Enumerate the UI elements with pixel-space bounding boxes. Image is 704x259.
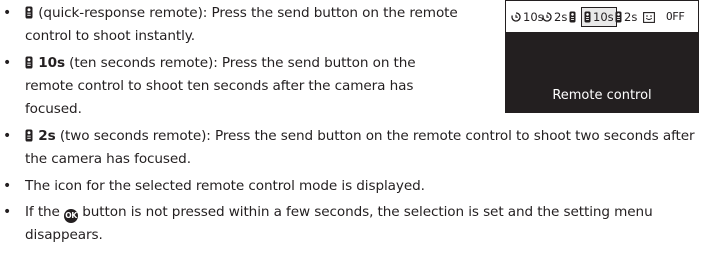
list-item: If the OK button is not pressed within a… xyxy=(25,201,704,247)
item-title: 10s xyxy=(38,55,65,71)
list-item: 10s (ten seconds remote): Press the send… xyxy=(25,52,455,121)
bullet-marker: • xyxy=(3,204,12,220)
item-text: (quick-response remote): Press the send … xyxy=(25,5,458,44)
remote-icon xyxy=(584,11,591,23)
menu-option-off: OFF xyxy=(666,8,685,26)
menu-option-label: 10s xyxy=(523,10,544,24)
remote-icon xyxy=(569,11,576,23)
bullet-marker: • xyxy=(3,55,12,71)
list-item: (quick-response remote): Press the send … xyxy=(25,2,485,48)
remote-control-menu: 10s 2s 10s 2s OFF xyxy=(505,0,699,33)
camera-screen-illustration: 10s 2s 10s 2s OFF Remote control xyxy=(505,0,699,113)
bullet-marker: • xyxy=(3,5,12,21)
item-text: The icon for the selected remote control… xyxy=(25,178,425,194)
smile-timer-icon xyxy=(643,11,655,23)
remote-icon xyxy=(25,129,33,142)
menu-option-remote-quick xyxy=(569,8,577,26)
menu-option-label: 10s xyxy=(593,10,614,24)
item-text: (ten seconds remote): Press the send but… xyxy=(25,55,416,117)
ok-button-icon: OK xyxy=(64,209,79,223)
list-item: The icon for the selected remote control… xyxy=(25,175,704,198)
self-timer-icon xyxy=(542,12,552,22)
self-timer-icon xyxy=(511,12,521,22)
menu-option-smile-timer xyxy=(643,8,656,26)
screen-label: Remote control xyxy=(552,88,652,103)
item-text: (two seconds remote): Press the send but… xyxy=(25,128,695,167)
menu-option-self-timer-2s: 2s xyxy=(542,8,567,26)
bullet-marker: • xyxy=(3,128,12,144)
menu-option-remote-10s: 10s xyxy=(581,7,617,27)
item-text: If the xyxy=(25,204,65,220)
menu-option-label: OFF xyxy=(666,10,685,23)
menu-option-self-timer-10s: 10s xyxy=(511,8,544,26)
list-item: 2s (two seconds remote): Press the send … xyxy=(25,125,704,171)
menu-option-remote-2s: 2s xyxy=(615,8,637,26)
bullet-marker: • xyxy=(3,178,12,194)
item-text: button is not pressed within a few secon… xyxy=(25,204,653,243)
item-title: 2s xyxy=(38,128,56,144)
remote-icon xyxy=(615,11,622,23)
menu-option-label: 2s xyxy=(554,10,568,24)
remote-icon xyxy=(25,6,33,19)
menu-option-label: 2s xyxy=(624,10,638,24)
remote-icon xyxy=(25,56,33,69)
